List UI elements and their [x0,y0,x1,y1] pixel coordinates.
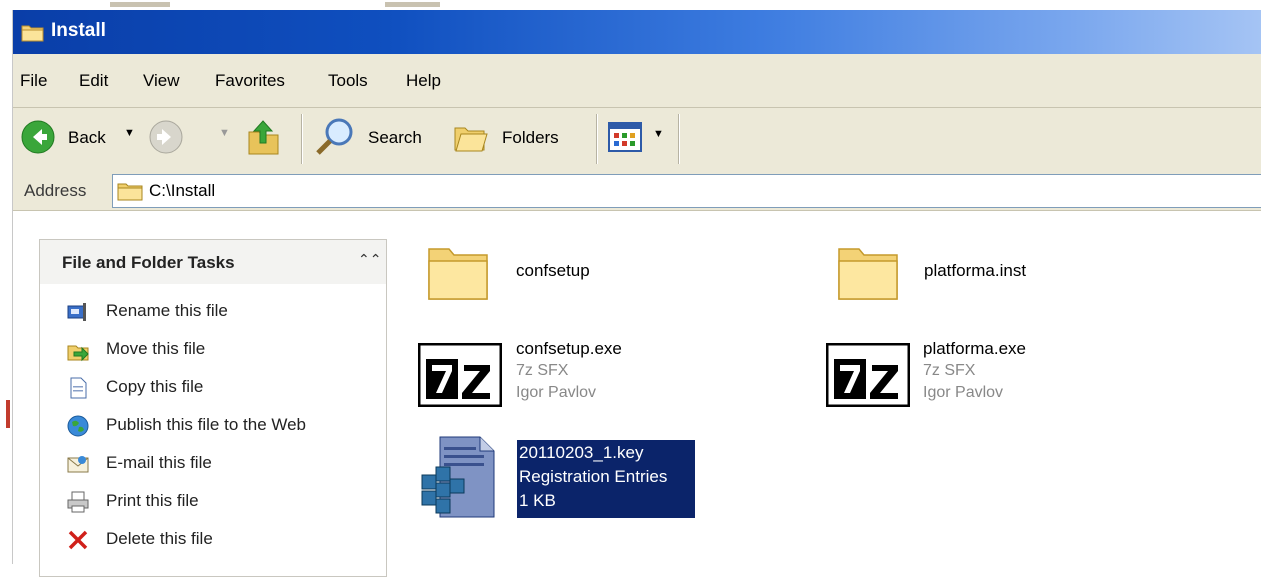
tasks-panel-title: File and Folder Tasks [62,253,235,272]
explorer-window: Install File Edit View Favorites Tools H… [13,10,1261,577]
file-type: Registration Entries [519,467,668,486]
folders-label: Folders [502,128,559,147]
address-value: C:\Install [149,181,216,200]
file-folder-tasks-panel: File and Folder Tasks ⌃⌃ Rename this fil… [39,239,387,577]
file-type: 7z SFX [516,362,569,379]
forward-arrow-icon [149,120,183,154]
folder-item[interactable]: confsetup [425,239,705,309]
menu-edit[interactable]: Edit [79,71,108,91]
file-item[interactable]: confsetup.exe 7z SFX Igor Pavlov [418,339,718,419]
menu-bar: File Edit View Favorites Tools Help [13,54,1261,108]
task-label: Rename this file [106,301,228,320]
file-type: 7z SFX [923,362,976,379]
tasks-panel-header[interactable]: File and Folder Tasks ⌃⌃ [40,240,386,284]
delete-icon [68,530,88,550]
file-company: Igor Pavlov [923,384,1004,401]
task-label: Delete this file [106,529,213,548]
file-name: 20110203_1.key [519,443,644,462]
folder-icon [838,248,898,300]
back-arrow-icon [21,120,55,154]
globe-icon [67,415,89,437]
move-icon [67,345,89,362]
folder-item[interactable]: platforma.inst [835,239,1115,309]
rename-icon [67,303,86,321]
title-bar[interactable]: Install [13,10,1261,54]
folders-icon [454,127,488,152]
task-label: Print this file [106,491,199,510]
folder-icon [21,25,44,42]
registry-icon [421,436,495,518]
email-icon [67,456,89,473]
file-item-selected[interactable]: 20110203_1.key Registration Entries 1 KB [418,435,718,525]
menu-file[interactable]: File [20,71,47,91]
7zip-icon [418,343,502,407]
menu-tools[interactable]: Tools [328,71,368,91]
background-strip [0,0,1261,10]
background-artifact [385,2,440,7]
task-label: Copy this file [106,377,204,396]
forward-dropdown-icon[interactable]: ▼ [219,127,230,139]
toolbar-separator [596,114,598,164]
back-label: Back [68,128,106,147]
toolbar-separator [678,114,680,164]
background-artifact [110,2,170,7]
file-size: 1 KB [519,491,556,510]
views-icon [608,122,642,152]
back-dropdown-icon[interactable]: ▼ [124,127,135,139]
toolbar: Back ▼ ▼ Search Folders ▼ [13,108,1261,171]
file-name: platforma.inst [924,261,1027,280]
folder-icon [117,183,143,201]
file-name: confsetup [516,261,590,280]
task-label: E-mail this file [106,453,212,472]
7zip-icon [826,343,910,407]
toolbar-separator [301,114,303,164]
up-folder-icon[interactable] [247,118,281,156]
content-area: File and Folder Tasks ⌃⌃ Rename this fil… [13,211,1261,577]
copy-icon [70,377,87,399]
views-dropdown-icon[interactable]: ▼ [653,128,664,140]
collapse-chevron-icon[interactable]: ⌃⌃ [358,252,381,268]
file-name: platforma.exe [923,339,1026,358]
address-input[interactable]: C:\Install [112,174,1261,208]
file-item[interactable]: platforma.exe 7z SFX Igor Pavlov [826,339,1126,419]
menu-favorites[interactable]: Favorites [215,71,285,91]
background-window-edge [0,10,13,564]
folder-icon [428,248,488,300]
window-title: Install [51,20,106,41]
address-label: Address [24,181,87,200]
task-label: Publish this file to the Web [106,415,307,434]
printer-icon [67,491,89,513]
search-label: Search [368,128,422,147]
background-artifact [6,400,10,428]
file-name: confsetup.exe [516,339,622,358]
address-bar: Address C:\Install [13,170,1261,211]
menu-view[interactable]: View [143,71,180,91]
file-company: Igor Pavlov [516,384,597,401]
task-label: Move this file [106,339,206,358]
search-icon [316,118,353,155]
menu-help[interactable]: Help [406,71,441,91]
